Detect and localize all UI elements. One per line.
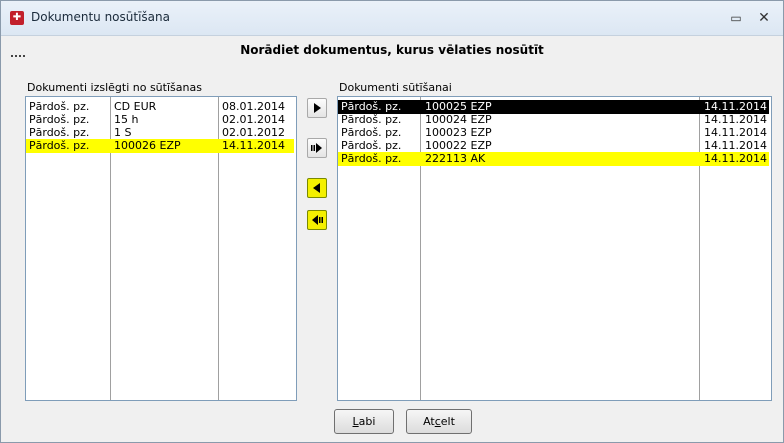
cell-date: 14.11.2014 [704, 152, 767, 165]
cell-date: 14.11.2014 [222, 139, 285, 152]
cell-number: CD EUR [114, 100, 157, 113]
cell-number: 1 S [114, 126, 132, 139]
cell-type: Pārdoš. pz. [341, 100, 402, 113]
app-logo-icon: ✚ [10, 11, 24, 25]
cell-type: Pārdoš. pz. [29, 139, 90, 152]
cell-number: 222113 AK [425, 152, 486, 165]
move-all-right-button[interactable] [307, 138, 327, 158]
ok-label: abi [358, 415, 376, 428]
cell-number: 100026 EZP [114, 139, 181, 152]
move-left-icon [313, 183, 320, 193]
excluded-documents-list[interactable]: Pārdoš. pz. CD EUR 08.01.2014 Pārdoš. pz. 15… [25, 96, 297, 401]
send-list-label: Dokumenti sūtīšanai [339, 81, 452, 94]
cell-type: Pārdoš. pz. [341, 126, 402, 139]
cell-number: 100025 EZP [425, 100, 492, 113]
cell-date: 14.11.2014 [704, 126, 767, 139]
move-left-button[interactable] [307, 178, 327, 198]
move-right-button[interactable] [307, 98, 327, 118]
cell-date: 14.11.2014 [704, 113, 767, 126]
cell-number: 100022 EZP [425, 139, 492, 152]
move-right-icon [314, 103, 321, 113]
move-all-right-icon [311, 143, 322, 153]
dialog-heading: Norādiet dokumentus, kurus vēlaties nosū… [240, 43, 544, 57]
title-bar[interactable]: ✚ Dokumentu nosūtīšana ▭ ✕ [1, 1, 783, 36]
cell-type: Pārdoš. pz. [29, 100, 90, 113]
cell-date: 14.11.2014 [704, 139, 767, 152]
window-title: Dokumentu nosūtīšana [31, 10, 170, 24]
send-documents-list[interactable]: Pārdoš. pz. 100025 EZP 14.11.2014 Pārdoš. p… [337, 96, 772, 401]
cancel-label-end: elt [440, 415, 455, 428]
table-row[interactable]: Pārdoš. pz. CD EUR 08.01.2014 [26, 100, 294, 114]
cell-date: 08.01.2014 [222, 100, 285, 113]
cell-date: 02.01.2012 [222, 126, 285, 139]
cell-type: Pārdoš. pz. [29, 126, 90, 139]
cell-number: 100023 EZP [425, 126, 492, 139]
cell-number: 15 h [114, 113, 139, 126]
excluded-list-label: Dokumenti izslēgti no sūtīšanas [27, 81, 202, 94]
move-all-left-icon [312, 215, 323, 225]
cell-type: Pārdoš. pz. [341, 152, 402, 165]
table-row[interactable]: Pārdoš. pz. 100026 EZP 14.11.2014 [26, 139, 294, 153]
cancel-label-start: At [423, 415, 435, 428]
cell-type: Pārdoš. pz. [341, 113, 402, 126]
minimize-button[interactable]: ▭ [725, 9, 747, 27]
cell-type: Pārdoš. pz. [341, 139, 402, 152]
cancel-button[interactable]: Atcelt [406, 409, 472, 434]
cell-number: 100024 EZP [425, 113, 492, 126]
table-row[interactable]: Pārdoš. pz. 222113 AK 14.11.2014 [338, 152, 769, 166]
close-icon: ✕ [758, 10, 770, 26]
cell-date: 02.01.2014 [222, 113, 285, 126]
move-all-left-button[interactable] [307, 210, 327, 230]
ok-button[interactable]: Labi [334, 409, 394, 434]
table-row[interactable]: Pārdoš. pz. 15 h 02.01.2014 [26, 113, 294, 127]
table-row[interactable]: Pārdoš. pz. 100023 EZP 14.11.2014 [338, 126, 769, 140]
minimize-icon: ▭ [730, 11, 742, 25]
table-row[interactable]: Pārdoš. pz. 1 S 02.01.2012 [26, 126, 294, 140]
close-button[interactable]: ✕ [753, 9, 775, 27]
table-row[interactable]: Pārdoš. pz. 100022 EZP 14.11.2014 [338, 139, 769, 153]
cell-date: 14.11.2014 [704, 100, 767, 113]
dialog-window: ✚ Dokumentu nosūtīšana ▭ ✕ Norādiet doku… [0, 0, 784, 443]
table-row[interactable]: Pārdoš. pz. 100024 EZP 14.11.2014 [338, 113, 769, 127]
cell-type: Pārdoš. pz. [29, 113, 90, 126]
table-row[interactable]: Pārdoš. pz. 100025 EZP 14.11.2014 [338, 100, 769, 114]
